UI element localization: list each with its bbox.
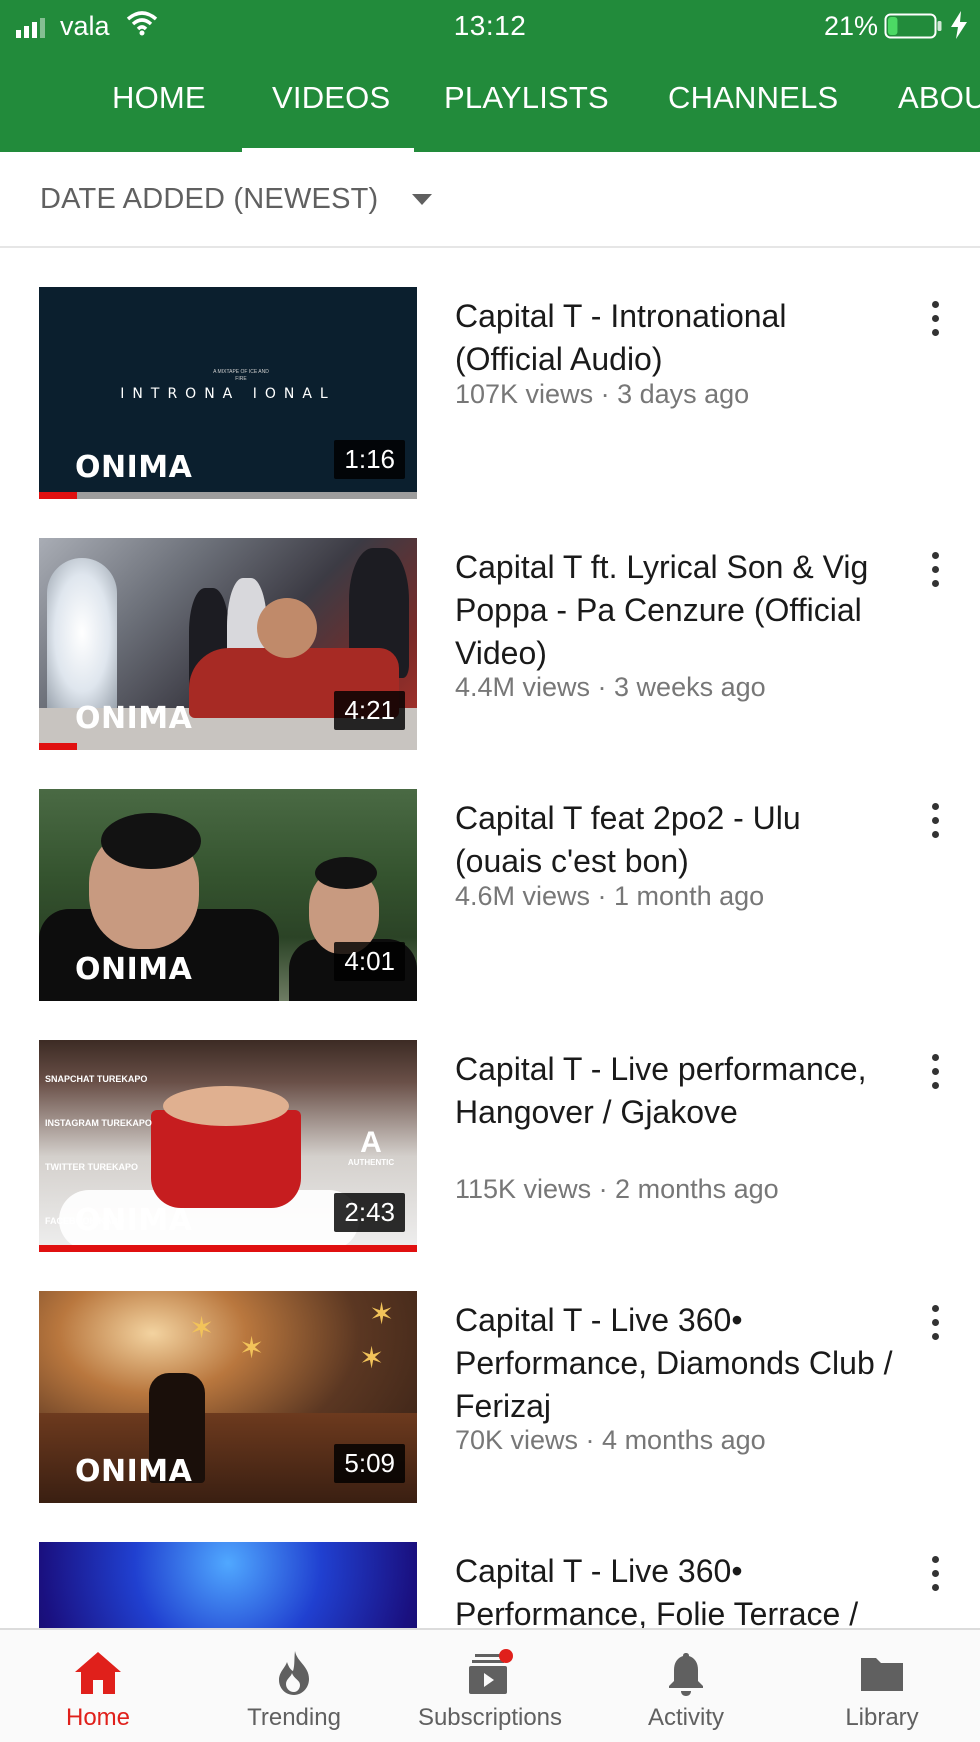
video-meta: 107K views · 3 days ago xyxy=(455,379,750,409)
charging-icon xyxy=(951,11,967,39)
video-item[interactable]: ✶ ✶ ✶ ✶ ONIMA 5:09 Capital T - Live 360•… xyxy=(0,1291,980,1503)
thumbnail-social-text: INSTAGRAM TUREKAPO xyxy=(45,1118,152,1128)
watch-progress-bar xyxy=(39,743,77,750)
more-options-icon[interactable] xyxy=(930,301,940,337)
authentic-logo: A AUTHENTIC xyxy=(331,1128,411,1168)
video-title[interactable]: Capital T - Live 360• Performance, Folie… xyxy=(455,1550,895,1628)
onima-logo: ONIMA xyxy=(75,1454,193,1489)
thumbnail-social-text: SNAPCHAT TUREKAPO xyxy=(45,1074,148,1084)
onima-logo: ONIMA xyxy=(75,450,193,485)
tab-home[interactable]: HOME xyxy=(112,80,206,116)
video-item[interactable]: Capital T - Live 360• Performance, Folie… xyxy=(0,1542,980,1628)
thumbnail-title-text: INTRONA IONAL xyxy=(120,386,336,402)
video-title[interactable]: Capital T - Live performance, Hangover /… xyxy=(455,1048,895,1134)
nav-label: Home xyxy=(65,1704,131,1731)
video-title[interactable]: Capital T - Live 360• Performance, Diamo… xyxy=(455,1299,895,1428)
battery-icon xyxy=(884,13,942,39)
video-item[interactable]: ONIMA 4:21 Capital T ft. Lyrical Son & V… xyxy=(0,538,980,750)
home-icon xyxy=(75,1652,121,1694)
video-thumbnail[interactable]: A MIXTAPE OF ICE AND FIRE INTRONA IONAL … xyxy=(39,287,417,499)
thumbnail-caption: A MIXTAPE OF ICE AND FIRE xyxy=(213,369,269,382)
nav-trending[interactable]: Trending xyxy=(196,1630,392,1742)
bell-icon xyxy=(669,1653,703,1696)
thumbnail-hair xyxy=(101,813,201,869)
video-thumbnail[interactable]: ONIMA 4:21 xyxy=(39,538,417,750)
thumbnail-light: ✶ xyxy=(189,1312,215,1345)
nav-library[interactable]: Library xyxy=(784,1630,980,1742)
video-duration: 4:21 xyxy=(334,691,405,730)
tab-videos[interactable]: VIDEOS xyxy=(272,80,390,116)
nav-label: Activity xyxy=(647,1704,724,1731)
watch-progress-bar xyxy=(39,1245,417,1252)
more-options-icon[interactable] xyxy=(930,1305,940,1341)
nav-label: Trending xyxy=(247,1704,341,1731)
sort-bar: DATE ADDED (NEWEST) xyxy=(0,152,980,248)
video-meta: 70K views · 4 months ago xyxy=(455,1425,766,1455)
onima-logo: ONIMA xyxy=(75,952,193,987)
thumbnail-face xyxy=(257,598,317,658)
video-duration: 2:43 xyxy=(334,1193,405,1232)
thumbnail-window xyxy=(47,558,117,708)
video-meta: 4.4M views · 3 weeks ago xyxy=(455,672,766,702)
video-meta: 4.6M views · 1 month ago xyxy=(455,881,765,911)
watch-progress-bar xyxy=(39,492,77,499)
video-thumbnail[interactable]: ✶ ✶ ✶ ✶ ONIMA 5:09 xyxy=(39,1291,417,1503)
video-meta: 115K views · 2 months ago xyxy=(455,1174,779,1204)
battery-percent: 21% xyxy=(824,11,879,41)
video-item[interactable]: SNAPCHAT TUREKAPO INSTAGRAM TUREKAPO TWI… xyxy=(0,1040,980,1252)
video-duration: 4:01 xyxy=(334,942,405,981)
video-title[interactable]: Capital T ft. Lyrical Son & Vig Poppa - … xyxy=(455,546,895,675)
thumbnail-light: ✶ xyxy=(239,1332,265,1365)
subscriptions-icon xyxy=(469,1649,513,1694)
more-options-icon[interactable] xyxy=(930,552,940,588)
more-options-icon[interactable] xyxy=(930,1054,940,1090)
video-title[interactable]: Capital T - Intronational (Official Audi… xyxy=(455,295,895,381)
thumbnail-cake xyxy=(163,1086,289,1126)
video-item[interactable]: A MIXTAPE OF ICE AND FIRE INTRONA IONAL … xyxy=(0,287,980,499)
status-bar: vala 13:12 21% xyxy=(0,0,980,54)
nav-label: Library xyxy=(845,1704,919,1731)
nav-home[interactable]: Home xyxy=(0,1630,196,1742)
nav-activity[interactable]: Activity xyxy=(588,1630,784,1742)
video-item[interactable]: ONIMA 4:01 Capital T feat 2po2 - Ulu (ou… xyxy=(0,789,980,1001)
thumbnail-hair xyxy=(315,857,377,889)
video-thumbnail[interactable] xyxy=(39,1542,417,1628)
tab-about[interactable]: ABOU xyxy=(898,80,980,116)
thumbnail-social-text: TWITTER TUREKAPO xyxy=(45,1162,138,1172)
more-options-icon[interactable] xyxy=(930,1556,940,1592)
more-options-icon[interactable] xyxy=(930,803,940,839)
tab-playlists[interactable]: PLAYLISTS xyxy=(444,80,609,116)
thumbnail-light: ✶ xyxy=(359,1342,385,1375)
thumbnail-light: ✶ xyxy=(369,1298,395,1331)
flame-icon xyxy=(279,1651,309,1695)
nav-label: Subscriptions xyxy=(417,1704,563,1731)
channel-tabs: HOME VIDEOS PLAYLISTS CHANNELS ABOU xyxy=(0,68,980,152)
progress-track xyxy=(39,492,417,499)
sort-dropdown[interactable]: DATE ADDED (NEWEST) xyxy=(40,183,378,216)
video-duration: 5:09 xyxy=(334,1444,405,1483)
nav-subscriptions[interactable]: Subscriptions xyxy=(392,1630,588,1742)
video-title[interactable]: Capital T feat 2po2 - Ulu (ouais c'est b… xyxy=(455,797,895,883)
onima-logo: ONIMA xyxy=(75,1203,193,1238)
onima-logo: ONIMA xyxy=(75,701,193,736)
video-thumbnail[interactable]: SNAPCHAT TUREKAPO INSTAGRAM TUREKAPO TWI… xyxy=(39,1040,417,1252)
authentic-label: AUTHENTIC xyxy=(347,1158,395,1167)
video-thumbnail[interactable]: ONIMA 4:01 xyxy=(39,789,417,1001)
tab-channels[interactable]: CHANNELS xyxy=(668,80,838,116)
folder-icon xyxy=(861,1658,903,1691)
dropdown-arrow-icon[interactable] xyxy=(412,194,432,205)
bottom-navigation: Home Trending Subscriptions Activity Lib… xyxy=(0,1628,980,1742)
video-duration: 1:16 xyxy=(334,440,405,479)
app-header: vala 13:12 21% HOME VIDEOS PLAYLISTS CHA… xyxy=(0,0,980,152)
